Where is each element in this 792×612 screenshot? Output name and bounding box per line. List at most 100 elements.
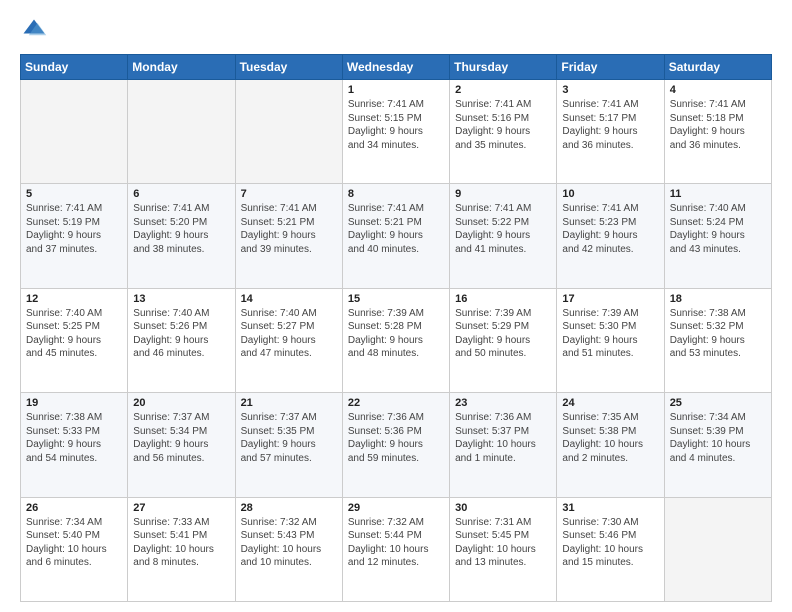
day-info: Sunrise: 7:41 AM Sunset: 5:21 PM Dayligh…	[241, 202, 337, 256]
logo-icon	[20, 16, 48, 44]
day-number: 10	[562, 188, 658, 200]
calendar-week-row: 12 Sunrise: 7:40 AM Sunset: 5:25 PM Dayli…	[21, 288, 772, 392]
calendar-cell: 30Sunrise: 7:31 AM Sunset: 5:45 PM Dayli…	[450, 497, 557, 601]
calendar-cell: 22 Sunrise: 7:36 AM Sunset: 5:36 PM Dayli…	[342, 393, 449, 497]
calendar-cell: 29 Sunrise: 7:32 AM Sunset: 5:44 PM Dayli…	[342, 497, 449, 601]
day-info: Sunrise: 7:31 AM Sunset: 5:45 PM Dayligh…	[455, 516, 551, 570]
day-number: 14	[241, 293, 337, 305]
day-header-friday: Friday	[557, 55, 664, 80]
calendar-cell: 21 Sunrise: 7:37 AM Sunset: 5:35 PM Dayli…	[235, 393, 342, 497]
calendar-week-row: 26 Sunrise: 7:34 AM Sunset: 5:40 PM Dayli…	[21, 497, 772, 601]
calendar-cell: 28 Sunrise: 7:32 AM Sunset: 5:43 PM Dayli…	[235, 497, 342, 601]
day-number: 2	[455, 84, 551, 96]
day-info: Sunrise: 7:41 AM Sunset: 5:20 PM Dayligh…	[133, 202, 229, 256]
day-info: Sunrise: 7:34 AM Sunset: 5:39 PM Dayligh…	[670, 411, 766, 465]
day-info: Sunrise: 7:39 AM Sunset: 5:30 PM Dayligh…	[562, 307, 658, 361]
calendar-cell: 7 Sunrise: 7:41 AM Sunset: 5:21 PM Daylig…	[235, 184, 342, 288]
calendar-cell: 25Sunrise: 7:34 AM Sunset: 5:39 PM Dayli…	[664, 393, 771, 497]
day-number: 24	[562, 397, 658, 409]
day-info: Sunrise: 7:32 AM Sunset: 5:44 PM Dayligh…	[348, 516, 444, 570]
day-number: 28	[241, 502, 337, 514]
day-info: Sunrise: 7:33 AM Sunset: 5:41 PM Dayligh…	[133, 516, 229, 570]
day-number: 17	[562, 293, 658, 305]
calendar-cell: 6Sunrise: 7:41 AM Sunset: 5:20 PM Daylig…	[128, 184, 235, 288]
calendar-cell: 17 Sunrise: 7:39 AM Sunset: 5:30 PM Dayli…	[557, 288, 664, 392]
logo	[20, 16, 52, 44]
day-info: Sunrise: 7:41 AM Sunset: 5:21 PM Dayligh…	[348, 202, 444, 256]
day-header-monday: Monday	[128, 55, 235, 80]
day-info: Sunrise: 7:34 AM Sunset: 5:40 PM Dayligh…	[26, 516, 122, 570]
calendar-cell: 20Sunrise: 7:37 AM Sunset: 5:34 PM Dayli…	[128, 393, 235, 497]
calendar-cell: 8 Sunrise: 7:41 AM Sunset: 5:21 PM Daylig…	[342, 184, 449, 288]
day-header-saturday: Saturday	[664, 55, 771, 80]
day-number: 21	[241, 397, 337, 409]
day-number: 13	[133, 293, 229, 305]
day-number: 5	[26, 188, 122, 200]
day-number: 4	[670, 84, 766, 96]
day-info: Sunrise: 7:41 AM Sunset: 5:23 PM Dayligh…	[562, 202, 658, 256]
day-info: Sunrise: 7:41 AM Sunset: 5:16 PM Dayligh…	[455, 98, 551, 152]
calendar-week-row: 1 Sunrise: 7:41 AM Sunset: 5:15 PM Daylig…	[21, 80, 772, 184]
day-number: 27	[133, 502, 229, 514]
day-header-wednesday: Wednesday	[342, 55, 449, 80]
day-info: Sunrise: 7:39 AM Sunset: 5:29 PM Dayligh…	[455, 307, 551, 361]
day-number: 19	[26, 397, 122, 409]
calendar-week-row: 19 Sunrise: 7:38 AM Sunset: 5:33 PM Dayli…	[21, 393, 772, 497]
calendar-cell: 4 Sunrise: 7:41 AM Sunset: 5:18 PM Daylig…	[664, 80, 771, 184]
calendar-cell: 2 Sunrise: 7:41 AM Sunset: 5:16 PM Daylig…	[450, 80, 557, 184]
day-info: Sunrise: 7:41 AM Sunset: 5:22 PM Dayligh…	[455, 202, 551, 256]
day-info: Sunrise: 7:40 AM Sunset: 5:25 PM Dayligh…	[26, 307, 122, 361]
calendar-cell: 3Sunrise: 7:41 AM Sunset: 5:17 PM Daylig…	[557, 80, 664, 184]
day-number: 16	[455, 293, 551, 305]
calendar-cell: 10 Sunrise: 7:41 AM Sunset: 5:23 PM Dayli…	[557, 184, 664, 288]
day-info: Sunrise: 7:41 AM Sunset: 5:18 PM Dayligh…	[670, 98, 766, 152]
day-number: 12	[26, 293, 122, 305]
calendar-cell: 24 Sunrise: 7:35 AM Sunset: 5:38 PM Dayli…	[557, 393, 664, 497]
day-info: Sunrise: 7:37 AM Sunset: 5:34 PM Dayligh…	[133, 411, 229, 465]
calendar-cell: 13Sunrise: 7:40 AM Sunset: 5:26 PM Dayli…	[128, 288, 235, 392]
day-info: Sunrise: 7:41 AM Sunset: 5:17 PM Dayligh…	[562, 98, 658, 152]
day-info: Sunrise: 7:35 AM Sunset: 5:38 PM Dayligh…	[562, 411, 658, 465]
day-header-sunday: Sunday	[21, 55, 128, 80]
day-info: Sunrise: 7:30 AM Sunset: 5:46 PM Dayligh…	[562, 516, 658, 570]
calendar-cell: 1 Sunrise: 7:41 AM Sunset: 5:15 PM Daylig…	[342, 80, 449, 184]
day-number: 29	[348, 502, 444, 514]
calendar-cell	[664, 497, 771, 601]
day-info: Sunrise: 7:40 AM Sunset: 5:27 PM Dayligh…	[241, 307, 337, 361]
calendar-table: SundayMondayTuesdayWednesdayThursdayFrid…	[20, 54, 772, 602]
day-number: 15	[348, 293, 444, 305]
day-number: 9	[455, 188, 551, 200]
calendar-cell: 14 Sunrise: 7:40 AM Sunset: 5:27 PM Dayli…	[235, 288, 342, 392]
day-number: 7	[241, 188, 337, 200]
day-header-thursday: Thursday	[450, 55, 557, 80]
day-number: 23	[455, 397, 551, 409]
day-number: 22	[348, 397, 444, 409]
calendar-cell	[128, 80, 235, 184]
calendar-cell: 18Sunrise: 7:38 AM Sunset: 5:32 PM Dayli…	[664, 288, 771, 392]
day-info: Sunrise: 7:41 AM Sunset: 5:15 PM Dayligh…	[348, 98, 444, 152]
calendar-cell: 31 Sunrise: 7:30 AM Sunset: 5:46 PM Dayli…	[557, 497, 664, 601]
calendar-cell: 19 Sunrise: 7:38 AM Sunset: 5:33 PM Dayli…	[21, 393, 128, 497]
day-number: 1	[348, 84, 444, 96]
calendar-week-row: 5Sunrise: 7:41 AM Sunset: 5:19 PM Daylig…	[21, 184, 772, 288]
day-info: Sunrise: 7:37 AM Sunset: 5:35 PM Dayligh…	[241, 411, 337, 465]
calendar-cell: 9 Sunrise: 7:41 AM Sunset: 5:22 PM Daylig…	[450, 184, 557, 288]
day-info: Sunrise: 7:32 AM Sunset: 5:43 PM Dayligh…	[241, 516, 337, 570]
calendar-cell: 23 Sunrise: 7:36 AM Sunset: 5:37 PM Dayli…	[450, 393, 557, 497]
calendar-cell: 26 Sunrise: 7:34 AM Sunset: 5:40 PM Dayli…	[21, 497, 128, 601]
day-info: Sunrise: 7:38 AM Sunset: 5:33 PM Dayligh…	[26, 411, 122, 465]
day-number: 31	[562, 502, 658, 514]
day-number: 11	[670, 188, 766, 200]
calendar-cell: 27 Sunrise: 7:33 AM Sunset: 5:41 PM Dayli…	[128, 497, 235, 601]
day-info: Sunrise: 7:36 AM Sunset: 5:37 PM Dayligh…	[455, 411, 551, 465]
header	[20, 16, 772, 44]
day-info: Sunrise: 7:39 AM Sunset: 5:28 PM Dayligh…	[348, 307, 444, 361]
calendar-cell	[235, 80, 342, 184]
calendar-cell: 12 Sunrise: 7:40 AM Sunset: 5:25 PM Dayli…	[21, 288, 128, 392]
calendar-cell: 15 Sunrise: 7:39 AM Sunset: 5:28 PM Dayli…	[342, 288, 449, 392]
day-header-tuesday: Tuesday	[235, 55, 342, 80]
day-info: Sunrise: 7:36 AM Sunset: 5:36 PM Dayligh…	[348, 411, 444, 465]
day-info: Sunrise: 7:40 AM Sunset: 5:24 PM Dayligh…	[670, 202, 766, 256]
day-number: 26	[26, 502, 122, 514]
day-number: 8	[348, 188, 444, 200]
